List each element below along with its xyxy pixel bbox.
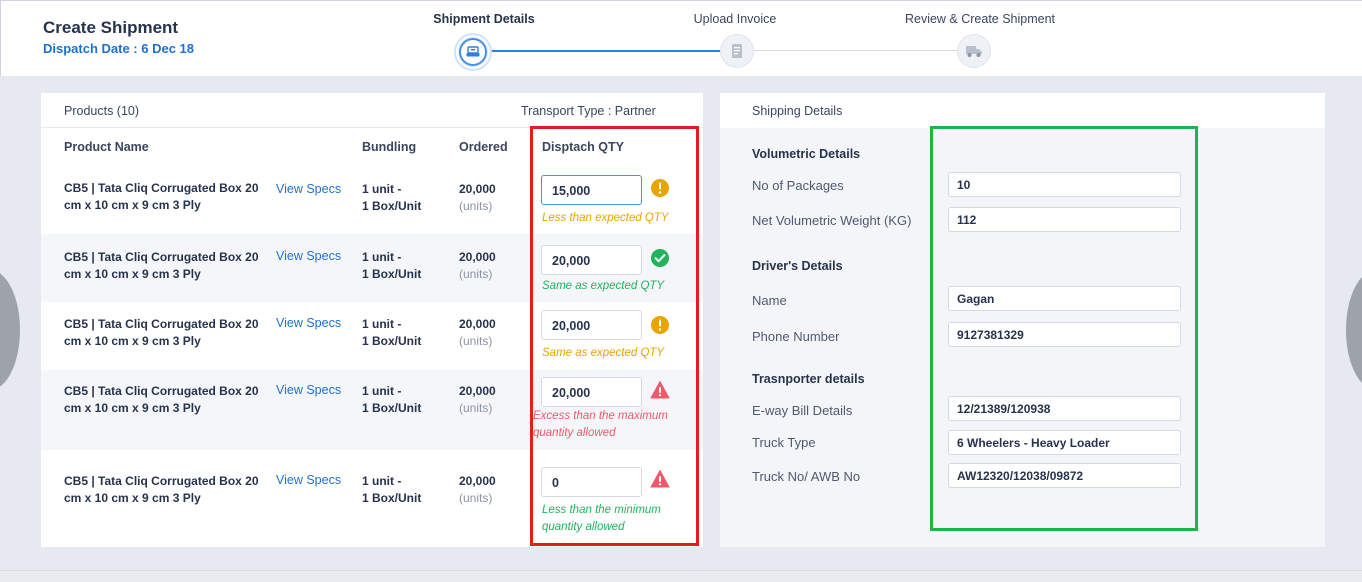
product-name: CB5 | Tata Cliq Corrugated Box 20 cm x 1… — [64, 474, 259, 505]
view-specs-link[interactable]: View Specs — [276, 249, 341, 263]
eway-bill-label: E-way Bill Details — [752, 403, 853, 418]
bundling-value: 1 unit -1 Box/Unit — [362, 250, 422, 281]
transporter-details-heading: Trasnporter details — [752, 372, 865, 386]
ordered-value: 20,000 (units) — [459, 384, 496, 415]
truck-icon — [962, 39, 986, 63]
shipment-icon — [459, 38, 487, 66]
drivers-details-heading: Driver's Details — [752, 259, 843, 273]
product-name: CB5 | Tata Cliq Corrugated Box 20 cm x 1… — [64, 250, 259, 281]
view-specs-link[interactable]: View Specs — [276, 316, 341, 330]
step-upload-invoice[interactable] — [720, 34, 754, 68]
column-header-product-name: Product Name — [64, 140, 149, 154]
shipping-title: Shipping Details — [752, 104, 843, 118]
bundling-value: 1 unit -1 Box/Unit — [362, 474, 422, 505]
page-header: Create Shipment Dispatch Date : 6 Dec 18… — [0, 0, 1362, 76]
step-shipment-details[interactable] — [454, 33, 492, 71]
product-name: CB5 | Tata Cliq Corrugated Box 20 cm x 1… — [64, 384, 259, 415]
view-specs-link[interactable]: View Specs — [276, 383, 341, 397]
packages-label: No of Packages — [752, 178, 844, 193]
previous-arrow[interactable] — [0, 270, 20, 390]
bundling-value: 1 unit -1 Box/Unit — [362, 317, 422, 348]
dispatch-date: Dispatch Date : 6 Dec 18 — [43, 41, 195, 56]
step-label-shipment-details[interactable]: Shipment Details — [433, 12, 534, 26]
ordered-value: 20,000 (units) — [459, 474, 496, 505]
page-title: Create Shipment — [43, 18, 179, 37]
next-arrow[interactable] — [1346, 270, 1362, 390]
bundling-value: 1 unit -1 Box/Unit — [362, 384, 422, 415]
step-label-upload-invoice[interactable]: Upload Invoice — [694, 12, 777, 26]
column-header-ordered: Ordered — [459, 140, 508, 154]
product-name: CB5 | Tata Cliq Corrugated Box 20 cm x 1… — [64, 181, 259, 212]
step-review-create[interactable] — [957, 34, 991, 68]
product-name: CB5 | Tata Cliq Corrugated Box 20 cm x 1… — [64, 317, 259, 348]
truck-number-label: Truck No/ AWB No — [752, 469, 861, 484]
products-count-title: Products (10) — [64, 104, 140, 118]
dispatch-qty-highlight-box — [530, 126, 699, 546]
column-header-bundling: Bundling — [362, 140, 417, 154]
invoice-icon — [725, 39, 749, 63]
bottom-bar — [0, 570, 1362, 582]
view-specs-link[interactable]: View Specs — [276, 182, 341, 196]
volumetric-details-heading: Volumetric Details — [752, 147, 861, 161]
shipping-panel-header: Shipping Details — [720, 93, 1325, 128]
bundling-value: 1 unit -1 Box/Unit — [362, 182, 422, 213]
shipping-inputs-highlight-box — [930, 126, 1198, 531]
driver-name-label: Name — [752, 293, 787, 308]
stepper-track-line — [754, 50, 959, 51]
transport-type: Transport Type : Partner — [521, 104, 656, 118]
ordered-value: 20,000 (units) — [459, 250, 496, 281]
view-specs-link[interactable]: View Specs — [276, 473, 341, 487]
step-label-review-create[interactable]: Review & Create Shipment — [905, 12, 1055, 26]
weight-label: Net Volumetric Weight (KG) — [752, 213, 912, 228]
phone-number-label: Phone Number — [752, 329, 840, 344]
ordered-value: 20,000 (units) — [459, 317, 496, 348]
products-panel-header: Products (10) Transport Type : Partner — [41, 93, 703, 128]
ordered-value: 20,000 (units) — [459, 182, 496, 213]
stepper-progress-line — [491, 50, 721, 52]
truck-type-label: Truck Type — [752, 435, 816, 450]
